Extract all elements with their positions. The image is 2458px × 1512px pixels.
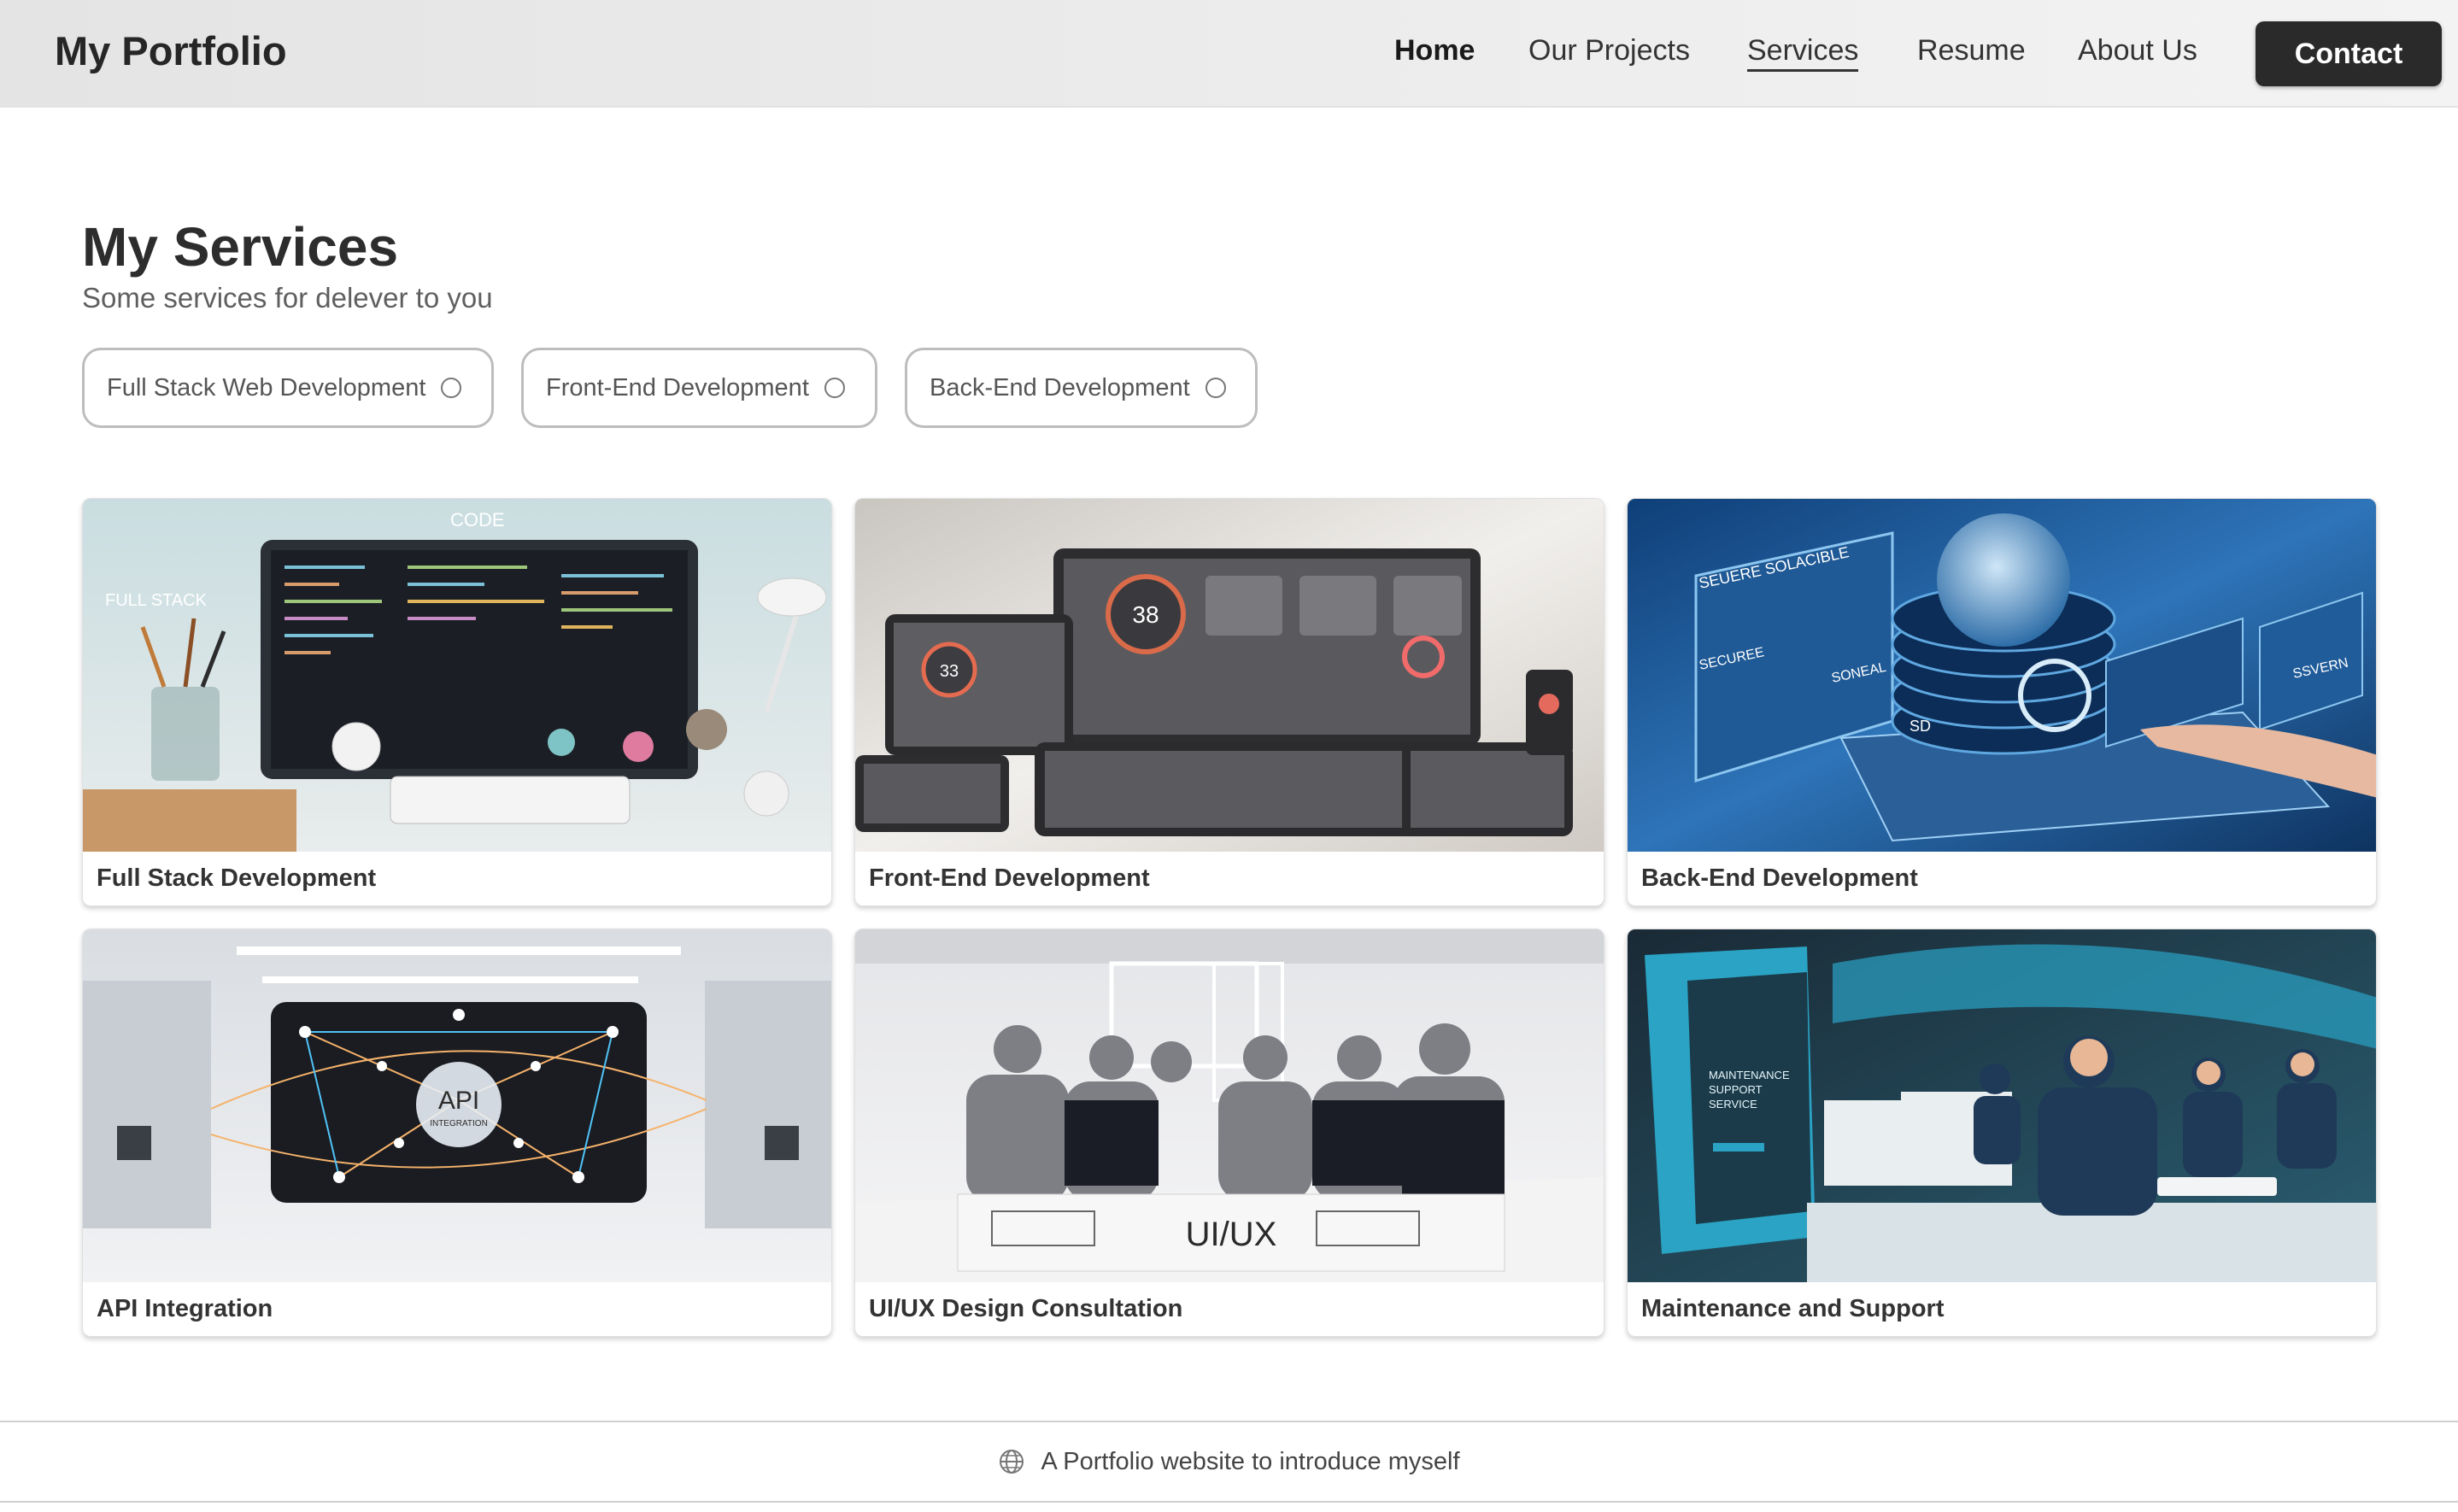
image-text: 38	[1132, 601, 1159, 628]
card-title: Back-End Development	[1641, 864, 1918, 892]
image-text: UI/UX	[1186, 1216, 1277, 1253]
card-title: Full Stack Development	[97, 864, 377, 892]
image-text: API	[438, 1087, 479, 1115]
front-end-image: 38 33	[855, 499, 1604, 852]
filter-chip-label: Front-End Development	[546, 373, 809, 401]
page-subtitle: Some services for delever to you	[82, 282, 493, 314]
image-text: INTEGRATION	[430, 1119, 488, 1128]
image-text: FULL STACK	[105, 591, 208, 610]
radio-icon[interactable]	[441, 378, 462, 398]
filter-chip-label: Full Stack Web Development	[107, 373, 426, 401]
footer-text: A Portfolio website to introduce myself	[1041, 1447, 1460, 1475]
page-title: My Services	[82, 216, 399, 278]
nav-home[interactable]: Home	[1394, 34, 1475, 67]
card-title: API Integration	[97, 1295, 273, 1322]
nav-resume[interactable]: Resume	[1917, 34, 2026, 67]
back-end-image: SEUERE SOLACIBLE SECUREE SONEAL SD SSVER…	[1628, 499, 2376, 852]
top-navbar: My Portfolio Home Our Projects Services …	[0, 0, 2458, 108]
image-text: MAINTENANCE	[1709, 1069, 1790, 1081]
card-title: Maintenance and Support	[1641, 1295, 1945, 1322]
filter-chip-full-stack[interactable]: Full Stack Web Development	[82, 348, 494, 428]
nav-services[interactable]: Services	[1747, 34, 1859, 72]
api-integration-image: API INTEGRATION	[83, 929, 831, 1282]
nav-about-us[interactable]: About Us	[2078, 34, 2197, 67]
radio-icon[interactable]	[1205, 378, 1226, 398]
card-title: UI/UX Design Consultation	[869, 1295, 1183, 1322]
image-text: SERVICE	[1709, 1098, 1757, 1111]
full-stack-image: CODE FULL STACK	[83, 499, 831, 852]
contact-button[interactable]: Contact	[2256, 21, 2442, 86]
filter-chip-back-end[interactable]: Back-End Development	[905, 348, 1258, 428]
footer: A Portfolio website to introduce myself	[0, 1421, 2458, 1503]
radio-icon[interactable]	[824, 378, 845, 398]
service-card-uiux[interactable]: UI/UX UI/UX Design Consultation	[854, 929, 1604, 1337]
card-title: Front-End Development	[869, 864, 1150, 892]
image-text: CODE	[450, 509, 505, 530]
maintenance-support-image: MAINTENANCE SUPPORT SERVICE	[1628, 929, 2376, 1282]
image-text: 33	[940, 662, 959, 681]
service-card-front-end[interactable]: 38 33 Front-End Development	[854, 498, 1604, 906]
image-text: SD	[1909, 718, 1931, 735]
image-text: SUPPORT	[1709, 1083, 1763, 1096]
uiux-consultation-image: UI/UX	[855, 929, 1604, 1282]
globe-icon	[1000, 1450, 1024, 1474]
brand-logo[interactable]: My Portfolio	[55, 27, 287, 74]
service-card-full-stack[interactable]: CODE FULL STACK Full Stack Development	[82, 498, 832, 906]
nav-our-projects[interactable]: Our Projects	[1528, 34, 1690, 67]
service-card-maintenance[interactable]: MAINTENANCE SUPPORT SERVICE Maintenance …	[1627, 929, 2377, 1337]
service-card-api-integration[interactable]: API INTEGRATION API Integration	[82, 929, 832, 1337]
filter-chip-label: Back-End Development	[930, 373, 1190, 401]
service-card-back-end[interactable]: SEUERE SOLACIBLE SECUREE SONEAL SD SSVER…	[1627, 498, 2377, 906]
filter-chip-front-end[interactable]: Front-End Development	[521, 348, 877, 428]
